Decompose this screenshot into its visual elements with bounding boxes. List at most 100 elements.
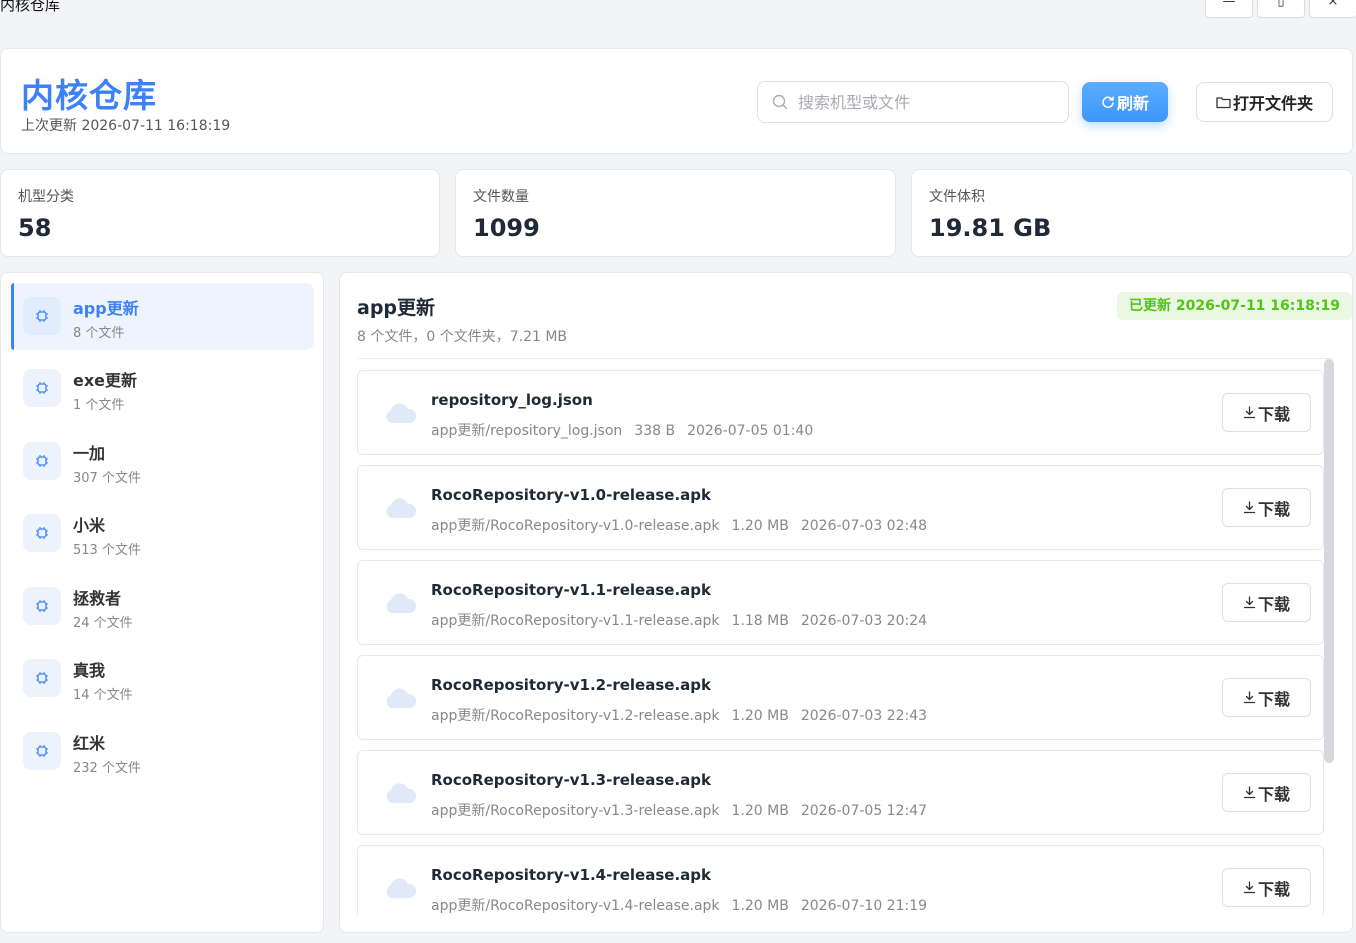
file-date: 2026-07-05 01:40 — [687, 423, 814, 439]
file-size: 338 B — [634, 423, 676, 439]
sidebar-item-redmi[interactable]: 红米 232 个文件 — [11, 718, 314, 785]
cloud-icon — [386, 403, 417, 423]
file-row: RocoRepository-v1.4-release.apk app更新/Ro… — [357, 845, 1324, 915]
scrollbar-thumb[interactable] — [1324, 359, 1334, 763]
file-path: app更新/RocoRepository-v1.1-release.apk — [431, 613, 720, 629]
cloud-icon — [386, 593, 417, 613]
last-updated-text: 上次更新 2026-07-11 16:18:19 — [21, 118, 231, 134]
sidebar-item-count: 307 个文件 — [73, 471, 141, 486]
sidebar-item-count: 8 个文件 — [73, 326, 125, 341]
file-name: RocoRepository-v1.4-release.apk — [431, 866, 711, 884]
close-button[interactable]: × — [1309, 0, 1356, 18]
file-name: RocoRepository-v1.0-release.apk — [431, 486, 711, 504]
search-box[interactable] — [757, 81, 1069, 123]
download-label: 下载 — [1257, 786, 1290, 804]
file-date: 2026-07-03 20:24 — [800, 613, 928, 629]
close-icon: × — [1327, 0, 1339, 9]
file-row: repository_log.json app更新/repository_log… — [357, 370, 1324, 455]
refresh-icon — [1102, 96, 1114, 109]
file-meta: app更新/RocoRepository-v1.4-release.apk 1.2… — [431, 895, 939, 915]
download-button[interactable]: 下载 — [1222, 773, 1311, 812]
file-path: app更新/repository_log.json — [431, 423, 623, 439]
chip-icon — [23, 732, 61, 770]
file-meta: app更新/RocoRepository-v1.0-release.apk 1.2… — [431, 515, 939, 535]
file-size: 1.20 MB — [731, 803, 789, 819]
chip-icon — [23, 514, 61, 552]
file-size: 1.20 MB — [731, 708, 789, 724]
window-titlebar: 内核仓库 — ▯ × — [0, 0, 1356, 30]
file-name: RocoRepository-v1.2-release.apk — [431, 676, 711, 694]
file-panel: app更新 8 个文件，0 个文件夹，7.21 MB 已更新 2026-07-1… — [339, 272, 1353, 933]
download-button[interactable]: 下载 — [1222, 583, 1311, 622]
sidebar-item-label: 真我 — [73, 661, 106, 680]
file-name: RocoRepository-v1.1-release.apk — [431, 581, 711, 599]
file-path: app更新/RocoRepository-v1.0-release.apk — [431, 518, 720, 534]
refresh-label: 刷新 — [1116, 96, 1149, 113]
download-button[interactable]: 下载 — [1222, 488, 1311, 527]
download-icon — [1243, 786, 1256, 799]
download-icon — [1243, 406, 1256, 419]
file-path: app更新/RocoRepository-v1.4-release.apk — [431, 898, 720, 914]
stat-value: 1099 — [473, 214, 540, 242]
sidebar-item-label: exe更新 — [73, 371, 138, 390]
stat-card-categories: 机型分类 58 — [0, 169, 440, 257]
sidebar-item-label: app更新 — [73, 299, 139, 318]
download-button[interactable]: 下载 — [1222, 393, 1311, 432]
divider — [357, 358, 1334, 359]
sidebar-item-legion[interactable]: 拯救者 24 个文件 — [11, 573, 314, 640]
file-path: app更新/RocoRepository-v1.2-release.apk — [431, 708, 720, 724]
sidebar-item-count: 24 个文件 — [73, 616, 133, 631]
maximize-button[interactable]: ▯ — [1257, 0, 1305, 18]
file-size: 1.18 MB — [731, 613, 789, 629]
open-folder-button[interactable]: 打开文件夹 — [1196, 82, 1333, 122]
scrollbar[interactable] — [1324, 359, 1334, 915]
download-icon — [1243, 501, 1256, 514]
updated-badge: 已更新 2026-07-11 16:18:19 — [1117, 292, 1352, 320]
file-list[interactable]: repository_log.json app更新/repository_log… — [357, 370, 1325, 915]
category-summary: 8 个文件，0 个文件夹，7.21 MB — [357, 329, 568, 345]
sidebar-item-oneplus[interactable]: 一加 307 个文件 — [11, 428, 314, 495]
download-button[interactable]: 下载 — [1222, 868, 1311, 907]
category-title: app更新 — [357, 297, 436, 319]
sidebar-item-label: 一加 — [73, 444, 106, 463]
minimize-icon: — — [1222, 0, 1236, 9]
stat-label: 文件数量 — [473, 189, 529, 205]
sidebar-item-count: 232 个文件 — [73, 761, 141, 776]
sidebar-item-count: 1 个文件 — [73, 398, 125, 413]
sidebar-item-xiaomi[interactable]: 小米 513 个文件 — [11, 500, 314, 567]
stat-value: 58 — [18, 214, 52, 242]
sidebar-item-label: 拯救者 — [73, 589, 122, 608]
minimize-button[interactable]: — — [1205, 0, 1253, 18]
stat-card-file-size: 文件体积 19.81 GB — [911, 169, 1353, 257]
file-meta: app更新/RocoRepository-v1.2-release.apk 1.2… — [431, 705, 939, 725]
file-meta: app更新/RocoRepository-v1.1-release.apk 1.1… — [431, 610, 939, 630]
sidebar-item-count: 513 个文件 — [73, 543, 141, 558]
download-label: 下载 — [1257, 501, 1290, 519]
sidebar-item-exe-update[interactable]: exe更新 1 个文件 — [11, 355, 314, 422]
chip-icon — [23, 369, 61, 407]
file-date: 2026-07-10 21:19 — [800, 898, 928, 914]
stat-label: 文件体积 — [929, 189, 985, 205]
file-date: 2026-07-05 12:47 — [800, 803, 928, 819]
file-row: RocoRepository-v1.1-release.apk app更新/Ro… — [357, 560, 1324, 645]
chip-icon — [23, 442, 61, 480]
sidebar-item-app-update[interactable]: app更新 8 个文件 — [11, 283, 314, 350]
cloud-icon — [386, 783, 417, 803]
file-meta: app更新/RocoRepository-v1.3-release.apk 1.2… — [431, 800, 939, 820]
cloud-icon — [386, 498, 417, 518]
cloud-icon — [386, 688, 417, 708]
download-button[interactable]: 下载 — [1222, 678, 1311, 717]
download-label: 下载 — [1257, 881, 1290, 899]
file-path: app更新/RocoRepository-v1.3-release.apk — [431, 803, 720, 819]
file-name: RocoRepository-v1.3-release.apk — [431, 771, 711, 789]
stat-card-file-count: 文件数量 1099 — [455, 169, 896, 257]
search-icon — [772, 94, 788, 110]
chip-icon — [23, 297, 61, 335]
page-title: 内核仓库 — [21, 76, 157, 115]
search-input[interactable] — [798, 90, 1058, 114]
window-title: 内核仓库 — [0, 0, 61, 14]
sidebar-item-realme[interactable]: 真我 14 个文件 — [11, 645, 314, 712]
refresh-button[interactable]: 刷新 — [1082, 82, 1168, 122]
sidebar-item-label: 小米 — [73, 516, 106, 535]
stat-label: 机型分类 — [18, 189, 74, 205]
